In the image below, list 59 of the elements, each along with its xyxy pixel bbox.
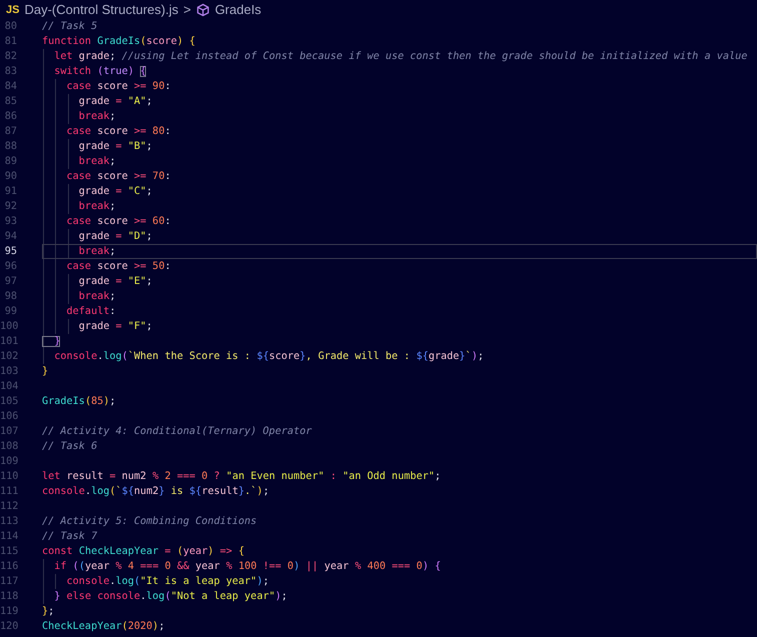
line-number: 89	[4, 156, 17, 167]
line-number: 86	[4, 111, 17, 122]
line-number: 87	[4, 126, 17, 137]
line-number: 83	[4, 66, 17, 77]
line-number: 105	[0, 396, 17, 407]
line-number: 88	[4, 141, 17, 152]
breadcrumb-symbol[interactable]: GradeIs	[214, 2, 262, 17]
line-number: 103	[0, 366, 17, 377]
code-line: // Activity 5: Combining Conditions	[42, 515, 257, 529]
code-line: };	[42, 605, 54, 619]
line-number: 120	[0, 621, 17, 632]
code-line: // Task 5	[42, 20, 98, 34]
line-number: 117	[0, 576, 17, 587]
line-number: 100	[0, 321, 17, 332]
line-number: 114	[0, 531, 17, 542]
line-number: 112	[0, 501, 17, 512]
line-number: 91	[4, 186, 17, 197]
line-number: 97	[4, 276, 17, 287]
line-number: 90	[4, 171, 17, 182]
line-number: 96	[4, 261, 17, 272]
code-line: // Activity 4: Conditional(Ternary) Operator	[42, 425, 312, 439]
code-line: console.log(`${num2} is ${result}.`);	[42, 484, 270, 499]
breadcrumb-separator: >	[183, 2, 191, 17]
line-number: 116	[0, 561, 17, 572]
code-line: let result = num2 % 2 === 0 ? "an Even number" : "an Odd number";	[42, 470, 441, 484]
line-number: 80	[4, 21, 17, 32]
line-number: 108	[0, 441, 17, 452]
line-number: 102	[0, 351, 17, 362]
line-number: 111	[0, 486, 17, 497]
code-line: GradeIs(85);	[42, 395, 116, 409]
line-number: 106	[0, 411, 17, 422]
code-line: const CheckLeapYear = (year) => {	[42, 545, 244, 559]
breadcrumb-file[interactable]: Day-(Control Structures).js	[24, 2, 178, 17]
line-number: 118	[0, 591, 17, 602]
code-line: // Task 6	[42, 440, 98, 454]
code-line: // Task 7	[42, 530, 98, 544]
line-number: 93	[4, 216, 17, 227]
line-number: 99	[4, 306, 17, 317]
line-number: 95	[4, 246, 17, 257]
line-number: 104	[0, 381, 17, 392]
line-number: 85	[4, 96, 17, 107]
line-number: 94	[4, 231, 17, 242]
line-number: 119	[0, 606, 17, 617]
line-number: 98	[4, 291, 17, 302]
line-number: 113	[0, 516, 17, 527]
line-number: 101	[0, 336, 17, 347]
line-number: 84	[4, 81, 17, 92]
js-file-label: JS	[6, 4, 20, 16]
line-number: 109	[0, 456, 17, 467]
code-line: function GradeIs(score) {	[42, 35, 196, 49]
line-number: 82	[4, 51, 17, 62]
line-number: 115	[0, 546, 17, 557]
line-number: 81	[4, 36, 17, 47]
cube-icon	[196, 2, 210, 16]
code-line: }	[42, 365, 48, 379]
code-line: CheckLeapYear(2020);	[42, 620, 165, 634]
line-number: 107	[0, 426, 17, 437]
line-number: 92	[4, 201, 17, 212]
line-number: 110	[0, 471, 17, 482]
